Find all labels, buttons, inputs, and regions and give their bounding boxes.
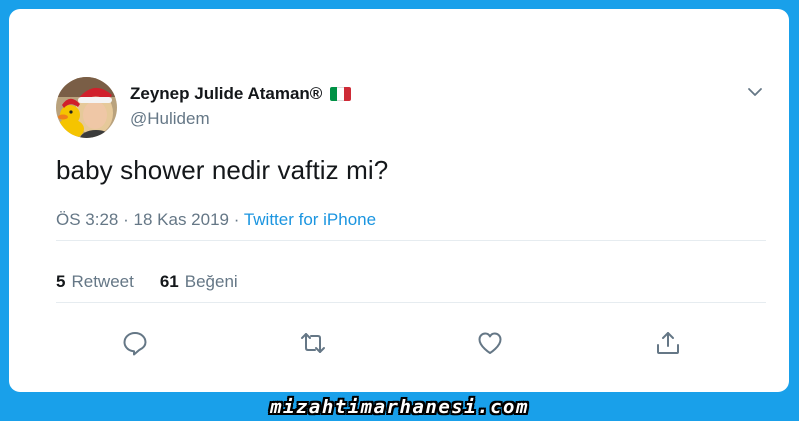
meta-separator: · [123, 210, 129, 229]
chevron-down-icon[interactable] [745, 82, 765, 102]
tweet-stats: 5 Retweet 61 Beğeni [56, 272, 264, 292]
retweet-count: 5 [56, 272, 66, 291]
avatar[interactable] [56, 77, 117, 138]
watermark: mizahtimarhanesi.com [270, 396, 529, 418]
retweet-icon[interactable] [299, 329, 327, 357]
tweet-card: Zeynep Julide Ataman® @Hulidem baby show… [9, 9, 789, 392]
author-display-name[interactable]: Zeynep Julide Ataman® [130, 84, 322, 104]
tweet-source-link[interactable]: Twitter for iPhone [244, 210, 376, 229]
tweet-meta: ÖS 3:28 · 18 Kas 2019 · Twitter for iPho… [56, 210, 376, 230]
divider [56, 240, 766, 241]
reply-icon[interactable] [121, 329, 149, 357]
author-name-row[interactable]: Zeynep Julide Ataman® [130, 84, 352, 104]
divider [56, 302, 766, 303]
share-icon[interactable] [654, 329, 682, 357]
like-stat[interactable]: 61 Beğeni [160, 272, 238, 292]
tweet-date[interactable]: 18 Kas 2019 [134, 210, 229, 229]
like-count: 61 [159, 272, 179, 291]
like-icon[interactable] [476, 329, 504, 357]
tweet-time[interactable]: ÖS 3:28 [56, 210, 118, 229]
meta-separator: · [233, 210, 240, 229]
italy-flag-icon [330, 87, 352, 101]
retweet-label: Retweet [71, 272, 134, 291]
retweet-stat[interactable]: 5 Retweet [56, 272, 134, 292]
author-handle[interactable]: @Hulidem [130, 109, 210, 129]
tweet-text: baby shower nedir vaftiz mi? [56, 155, 389, 185]
like-label: Beğeni [184, 272, 238, 291]
